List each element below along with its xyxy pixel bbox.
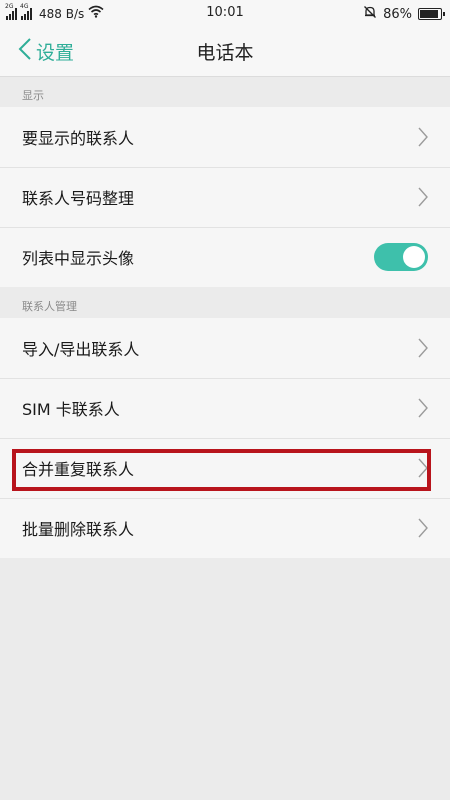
row-label: 合并重复联系人 <box>22 460 135 479</box>
nav-bar: 设置 电话本 <box>0 26 450 77</box>
row-label: SIM 卡联系人 <box>22 400 120 419</box>
status-bar: 2G 4G 488 B/s 10:01 86% <box>0 0 450 26</box>
status-right: 86% <box>363 5 445 23</box>
section-header-label: 联系人管理 <box>22 300 77 313</box>
battery-icon <box>418 8 445 20</box>
display-group: 要显示的联系人 联系人号码整理 列表中显示头像 <box>0 107 450 287</box>
section-header-manage: 联系人管理 <box>0 288 450 318</box>
toggle-knob <box>403 246 425 268</box>
row-label: 列表中显示头像 <box>22 249 135 268</box>
row-label: 导入/导出联系人 <box>22 340 140 359</box>
section-header-label: 显示 <box>22 89 44 102</box>
chevron-right-icon <box>418 398 428 422</box>
chevron-right-icon <box>418 518 428 542</box>
row-label: 批量删除联系人 <box>22 520 135 539</box>
chevron-right-icon <box>418 338 428 362</box>
row-merge-duplicates[interactable]: 合并重复联系人 <box>0 438 450 498</box>
row-batch-delete[interactable]: 批量删除联系人 <box>0 498 450 558</box>
row-import-export[interactable]: 导入/导出联系人 <box>0 318 450 378</box>
back-label: 设置 <box>36 41 75 64</box>
avatar-toggle[interactable] <box>374 243 428 271</box>
chevron-right-icon <box>418 458 428 482</box>
row-label: 要显示的联系人 <box>22 129 135 148</box>
section-header-display: 显示 <box>0 77 450 107</box>
back-button[interactable]: 设置 <box>18 36 74 66</box>
manage-group: 导入/导出联系人 SIM 卡联系人 合并重复联系人 批量删除联系人 <box>0 318 450 558</box>
chevron-right-icon <box>418 187 428 211</box>
muted-bell-icon <box>363 5 377 23</box>
chevron-right-icon <box>418 127 428 151</box>
row-label: 联系人号码整理 <box>22 189 135 208</box>
row-contacts-to-display[interactable]: 要显示的联系人 <box>0 107 450 167</box>
row-show-avatar: 列表中显示头像 <box>0 227 450 287</box>
row-sim-contacts[interactable]: SIM 卡联系人 <box>0 378 450 438</box>
chevron-left-icon <box>18 37 32 65</box>
row-number-organize[interactable]: 联系人号码整理 <box>0 167 450 227</box>
battery-percent: 86% <box>383 6 412 22</box>
